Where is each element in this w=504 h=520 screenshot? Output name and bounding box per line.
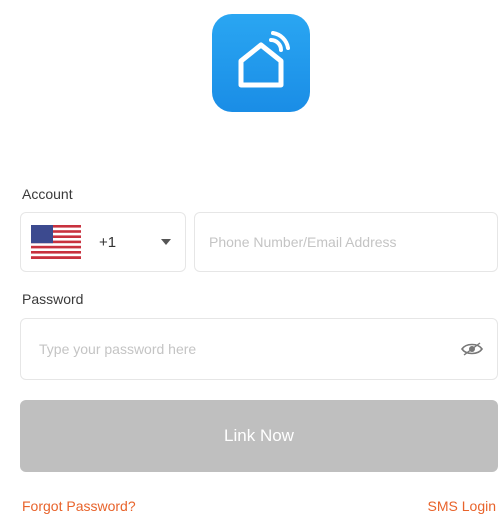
sms-login-link[interactable]: SMS Login [428, 498, 496, 514]
password-field [20, 318, 498, 380]
country-code: +1 [99, 233, 117, 251]
chevron-down-icon [161, 239, 171, 245]
country-code-selector[interactable]: +1 [20, 212, 186, 272]
us-flag-icon [31, 225, 81, 259]
password-input[interactable] [37, 340, 461, 358]
account-label: Account [22, 186, 73, 202]
account-row: +1 [20, 212, 498, 272]
smart-home-icon [238, 31, 290, 88]
password-label: Password [22, 291, 84, 307]
app-logo [212, 14, 310, 112]
link-now-button[interactable]: Link Now [20, 400, 498, 472]
forgot-password-link[interactable]: Forgot Password? [22, 498, 136, 514]
eye-icon[interactable] [461, 341, 483, 357]
account-input[interactable] [194, 212, 498, 272]
